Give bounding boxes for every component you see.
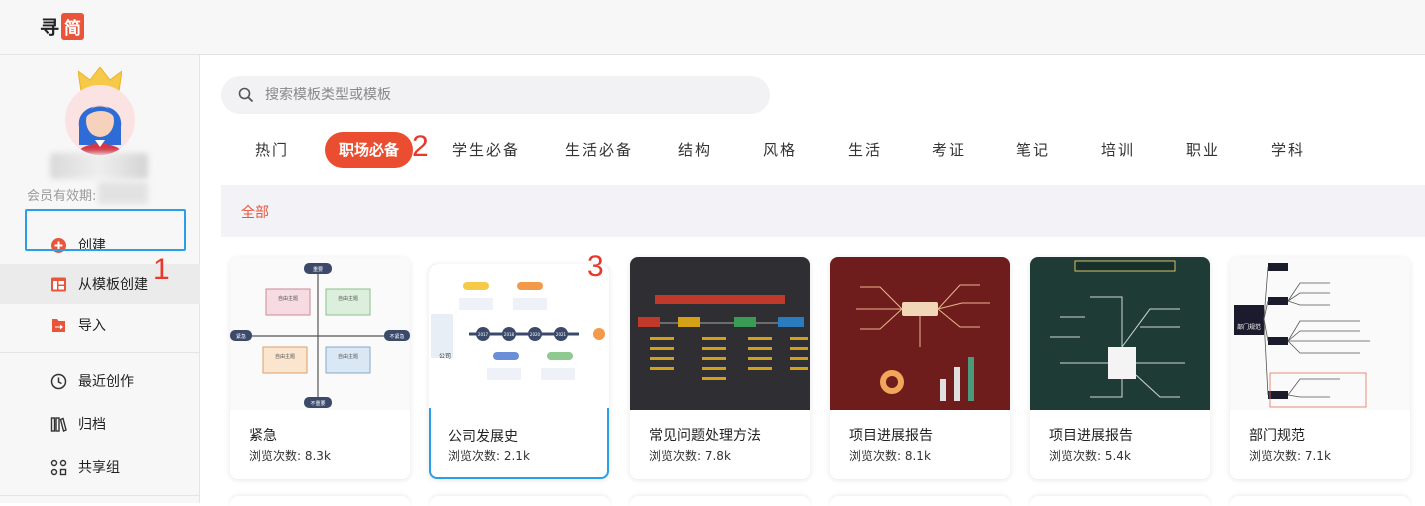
- thumb-box-text: 自由主题: [275, 353, 295, 360]
- category-tabs: 热门 职场必备 学生必备 生活必备 结构 风格 生活 考证 笔记 培训 职业 学…: [201, 132, 1425, 168]
- next-row-card-peek: [430, 496, 610, 506]
- tab-training[interactable]: 培训: [1101, 132, 1135, 168]
- thumb-year: 2021: [556, 332, 567, 337]
- thumb-center: 公司: [439, 353, 451, 360]
- import-icon: [52, 318, 65, 332]
- card-thumbnail: [1030, 257, 1210, 410]
- card-views: 浏览次数: 5.4k: [1049, 449, 1131, 463]
- username-blurred: [50, 153, 148, 179]
- nav-from-template[interactable]: 从模板创建: [0, 264, 200, 304]
- highlight-box-nav: [25, 209, 186, 251]
- template-card-selected[interactable]: 2017 2018 2020 2021 公司 公司发展史 浏览次数: 2.1k: [429, 264, 609, 479]
- annotation-1: 1: [153, 253, 170, 286]
- tab-subject[interactable]: 学科: [1271, 132, 1305, 168]
- nav-share-group-label: 共享组: [78, 460, 120, 476]
- thumb-year: 2020: [530, 332, 541, 337]
- sidebar-divider: [0, 352, 200, 353]
- tab-hot[interactable]: 热门: [255, 132, 289, 168]
- tab-style[interactable]: 风格: [763, 132, 797, 168]
- app-logo[interactable]: 寻 简: [40, 13, 85, 40]
- card-title: 项目进展报告: [1049, 428, 1133, 444]
- filter-bar: 全部: [221, 185, 1425, 237]
- tab-career[interactable]: 职业: [1186, 132, 1220, 168]
- member-expiry-blurred: [98, 182, 148, 204]
- tab-workplace[interactable]: 职场必备: [325, 132, 414, 168]
- tab-life-essentials[interactable]: 生活必备: [565, 132, 633, 168]
- next-row-card-peek: [1230, 496, 1410, 506]
- card-thumbnail: [630, 257, 810, 410]
- thumb-left-label: 紧急: [236, 333, 246, 340]
- search-icon: [238, 87, 254, 103]
- card-views: 浏览次数: 2.1k: [448, 449, 530, 463]
- card-title: 紧急: [249, 428, 277, 444]
- next-row-card-peek: [630, 496, 810, 506]
- card-views: 浏览次数: 7.1k: [1249, 449, 1331, 463]
- thumb-center: 部门规范: [1237, 323, 1261, 331]
- thumb-box-text: 自由主题: [338, 295, 358, 302]
- member-expiry-label: 会员有效期:: [27, 189, 97, 204]
- search-bar[interactable]: [221, 76, 770, 114]
- template-card[interactable]: 部门规范 部门规范 浏览次数: 7.1k: [1230, 257, 1410, 479]
- archive-icon: [50, 416, 67, 432]
- thumb-top-label: 重要: [313, 266, 323, 273]
- annotation-2: 2: [412, 130, 429, 163]
- card-views: 浏览次数: 8.3k: [249, 449, 331, 463]
- next-row-card-peek: [1030, 496, 1210, 506]
- card-thumbnail: 部门规范: [1230, 257, 1410, 410]
- nav-import[interactable]: 导入: [0, 305, 200, 345]
- sidebar-divider-bottom: [0, 495, 200, 496]
- avatar[interactable]: [65, 85, 135, 155]
- avatar-face-icon: [65, 85, 135, 155]
- card-thumbnail: [830, 257, 1010, 410]
- card-views: 浏览次数: 7.8k: [649, 449, 731, 463]
- tab-exam[interactable]: 考证: [932, 132, 966, 168]
- card-title: 常见问题处理方法: [649, 428, 761, 444]
- template-card[interactable]: 项目进展报告 浏览次数: 5.4k: [1030, 257, 1210, 479]
- thumb-box-text: 自由主题: [338, 353, 358, 360]
- card-title: 部门规范: [1249, 428, 1305, 444]
- thumb-box-text: 自由主题: [278, 295, 298, 302]
- nav-from-template-label: 从模板创建: [78, 277, 148, 293]
- search-input[interactable]: [265, 87, 745, 103]
- sidebar: 会员有效期: 创建 从模板创建 导入 最近创作 归档 共享组: [0, 55, 200, 503]
- next-row-card-peek: [230, 496, 410, 506]
- tab-structure[interactable]: 结构: [678, 132, 712, 168]
- template-icon: [51, 277, 66, 291]
- filter-all[interactable]: 全部: [241, 202, 269, 222]
- logo-char-1: 寻: [40, 17, 60, 39]
- card-title: 公司发展史: [448, 429, 518, 445]
- nav-archive-label: 归档: [78, 417, 106, 433]
- thumb-year: 2017: [478, 332, 489, 337]
- card-thumbnail: 自由主题 自由主题 自由主题 自由主题 重要 不重要 紧急 不紧急: [230, 257, 410, 410]
- template-card[interactable]: 自由主题 自由主题 自由主题 自由主题 重要 不重要 紧急 不紧急 紧急 浏览次…: [230, 257, 410, 479]
- main-content: 热门 职场必备 学生必备 生活必备 结构 风格 生活 考证 笔记 培训 职业 学…: [201, 55, 1425, 506]
- clock-icon: [50, 373, 67, 389]
- nav-share-group[interactable]: 共享组: [0, 447, 200, 487]
- nav-archive[interactable]: 归档: [0, 404, 200, 444]
- thumb-right-label: 不紧急: [389, 333, 404, 340]
- user-avatar-area[interactable]: [60, 67, 140, 167]
- nav-recent[interactable]: 最近创作: [0, 361, 200, 401]
- template-card[interactable]: 项目进展报告 浏览次数: 8.1k: [830, 257, 1010, 479]
- top-bar: 寻 简: [0, 0, 1425, 55]
- tab-notes[interactable]: 笔记: [1016, 132, 1050, 168]
- template-card[interactable]: 常见问题处理方法 浏览次数: 7.8k: [630, 257, 810, 479]
- next-row-card-peek: [830, 496, 1010, 506]
- tab-student[interactable]: 学生必备: [452, 132, 520, 168]
- card-title: 项目进展报告: [849, 428, 933, 444]
- nav-import-label: 导入: [78, 318, 106, 334]
- nav-recent-label: 最近创作: [78, 374, 134, 390]
- annotation-3: 3: [587, 250, 604, 283]
- logo-char-2: 简: [61, 13, 85, 40]
- tab-life[interactable]: 生活: [848, 132, 882, 168]
- thumb-year: 2018: [504, 332, 515, 337]
- card-views: 浏览次数: 8.1k: [849, 449, 931, 463]
- share-group-icon: [50, 459, 67, 475]
- thumb-bottom-label: 不重要: [310, 400, 325, 407]
- card-thumbnail: 2017 2018 2020 2021 公司: [429, 264, 609, 408]
